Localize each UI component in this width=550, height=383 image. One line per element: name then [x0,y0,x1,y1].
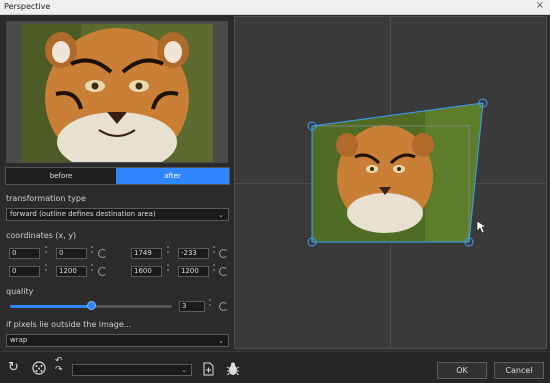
undo-redo-icon[interactable]: ↶ ↷ [55,357,63,375]
stepper-icon[interactable]: ˄ ˅ [43,265,49,277]
chevron-down-icon: ⌄ [218,211,224,219]
coord-y2-input[interactable]: -233 [178,248,209,259]
after-button[interactable]: after [116,168,229,184]
stepper-icon[interactable]: ˄ ˅ [211,265,217,277]
before-after-toggle: before after [5,167,230,185]
quality-slider[interactable] [10,301,172,310]
stepper-icon[interactable]: ˄ ˅ [207,300,213,312]
transformation-type-label: transformation type [6,194,86,203]
coord-x4-input[interactable]: 1600 [131,266,162,277]
quality-slider-handle[interactable] [87,301,96,310]
outside-pixels-label: if pixels lie outside the image... [6,320,132,329]
quality-label: quality [6,287,34,296]
coord-y3-input[interactable]: 1200 [56,266,87,277]
reset-icon[interactable]: ↻ [8,360,19,375]
preset-select[interactable]: ⌄ [72,364,192,376]
preview-thumbnail [6,21,228,163]
new-preset-icon[interactable] [203,362,214,376]
reset-point-icon[interactable] [219,267,228,276]
coordinates-label: coordinates (x, y) [6,231,77,240]
dice-icon[interactable] [32,361,46,375]
coord-y4-input[interactable]: 1200 [178,266,209,277]
ok-button[interactable]: OK [437,362,487,379]
transformation-type-value: forward (outline defines destination are… [10,210,156,218]
bug-icon[interactable] [226,361,240,376]
coord-x2-input[interactable]: 1749 [131,248,162,259]
stepper-icon[interactable]: ˄ ˅ [211,247,217,259]
transformed-photo [312,103,483,242]
quality-slider-fill [10,305,91,308]
stepper-icon[interactable]: ˄ ˅ [165,265,171,277]
cancel-button[interactable]: Cancel [494,362,544,379]
before-button[interactable]: before [6,168,116,184]
reset-point-icon[interactable] [98,267,107,276]
chevron-down-icon: ⌄ [181,366,187,374]
settings-panel: before after transformation type forward… [0,15,233,351]
outside-pixels-value: wrap [10,336,28,344]
mouse-cursor-icon [476,220,487,234]
title-bar: Perspective × [0,0,550,15]
reset-point-icon[interactable] [98,249,107,258]
reset-quality-icon[interactable] [219,302,228,311]
stepper-icon[interactable]: ˄ ˅ [43,247,49,259]
window-title: Perspective [4,2,51,11]
outside-pixels-select[interactable]: wrap ⌄ [6,334,229,347]
transformation-type-select[interactable]: forward (outline defines destination are… [6,208,229,221]
tiger-photo [21,24,213,162]
chevron-down-icon: ⌄ [218,337,224,345]
stepper-icon[interactable]: ˄ ˅ [89,265,95,277]
coord-x1-input[interactable]: 0 [9,248,40,259]
reset-point-icon[interactable] [219,249,228,258]
stepper-icon[interactable]: ˄ ˅ [165,247,171,259]
close-icon[interactable]: × [536,0,544,11]
stepper-icon[interactable]: ˄ ˅ [89,247,95,259]
perspective-preview [307,98,488,247]
coord-y1-input[interactable]: 0 [56,248,87,259]
coord-x3-input[interactable]: 0 [9,266,40,277]
quality-input[interactable]: 3 [179,301,205,312]
bottom-toolbar: ↻ ↶ ↷ ⌄ OK Cancel [0,351,550,383]
perspective-canvas[interactable] [234,16,547,349]
